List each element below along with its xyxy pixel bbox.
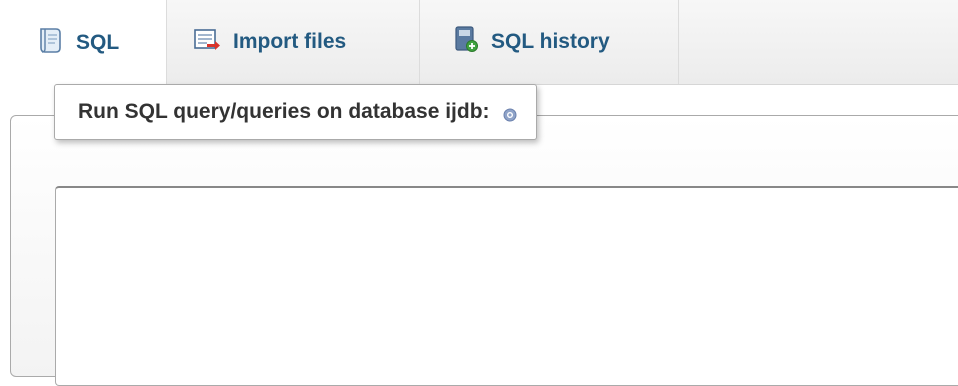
legend-text: Run SQL query/queries on database ijdb: [78, 100, 490, 123]
sql-icon [38, 26, 64, 60]
import-icon [193, 27, 221, 57]
tab-import-label: Import files [233, 30, 347, 53]
tab-import[interactable]: Import files [166, 0, 419, 84]
tab-sql-history[interactable]: SQL history [419, 0, 679, 84]
sql-query-textarea[interactable] [55, 186, 958, 386]
tab-sql-history-label: SQL history [491, 30, 610, 53]
fieldset-legend: Run SQL query/queries on database ijdb: [54, 84, 537, 140]
tab-sql-label: SQL [76, 30, 120, 54]
tab-sql[interactable]: SQL [0, 0, 166, 85]
history-icon [453, 25, 479, 59]
tab-bar: SQL Import files SQL history [0, 0, 958, 85]
help-icon[interactable] [502, 104, 518, 122]
